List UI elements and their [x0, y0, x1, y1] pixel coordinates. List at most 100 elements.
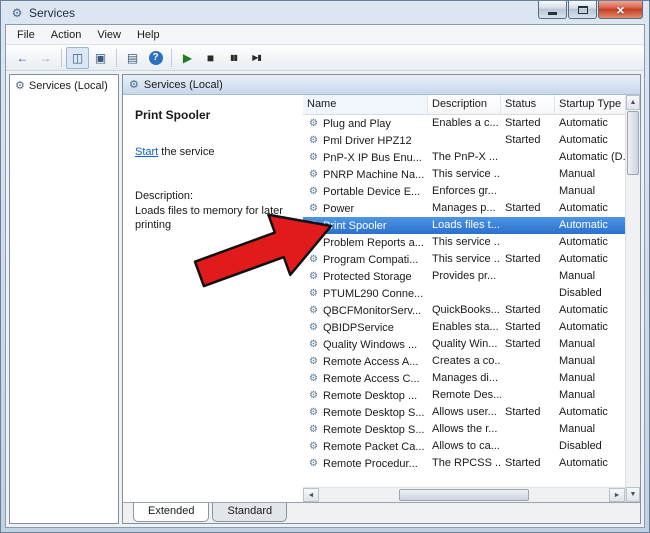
tree-item-services-local[interactable]: ⚙ Services (Local) [12, 78, 116, 93]
help-button[interactable]: ? [144, 47, 167, 69]
vertical-scroll-track[interactable] [626, 176, 640, 487]
service-row[interactable]: ⚙Remote Desktop S...Allows user...Starte… [303, 404, 625, 421]
export-list-button[interactable]: ▤ [121, 47, 144, 69]
service-row[interactable]: ⚙Remote Access A...Creates a co...Manual [303, 353, 625, 370]
selected-service-name: Print Spooler [135, 108, 293, 122]
service-startup-type: Automatic [555, 200, 625, 217]
service-status: Started [501, 319, 555, 336]
service-gear-icon: ⚙ [307, 356, 320, 367]
service-name-cell: ⚙Protected Storage [303, 268, 428, 285]
service-name-cell: ⚙Problem Reports a... [303, 234, 428, 251]
service-action-rest: the service [158, 146, 214, 158]
service-startup-type: Disabled [555, 285, 625, 302]
menu-item-action[interactable]: Action [43, 27, 90, 43]
restart-service-button[interactable]: ▶▮ [245, 47, 268, 69]
restart-service-icon: ▶▮ [252, 54, 261, 62]
service-status: Started [501, 336, 555, 353]
service-description: Enables sta... [428, 319, 501, 336]
service-row[interactable]: ⚙Remote Access C...Manages di...Manual [303, 370, 625, 387]
maximize-icon [578, 6, 588, 14]
pause-service-icon: ▮▮ [230, 54, 237, 62]
scroll-left-button[interactable]: ◄ [303, 488, 319, 502]
service-gear-icon: ⚙ [307, 152, 320, 163]
service-row[interactable]: ⚙Remote Packet Ca...Allows to ca...Disab… [303, 438, 625, 455]
service-name: Power [323, 203, 354, 215]
pane-header-title: Services (Local) [144, 79, 223, 91]
service-row[interactable]: ⚙Program Compati...This service ...Start… [303, 251, 625, 268]
properties-icon: ▣ [95, 52, 106, 64]
service-startup-type: Manual [555, 353, 625, 370]
forward-button[interactable]: → [34, 47, 57, 69]
service-name: Problem Reports a... [323, 237, 424, 249]
service-row[interactable]: ⚙PNRP Machine Na...This service ...Manua… [303, 166, 625, 183]
service-gear-icon: ⚙ [307, 203, 320, 214]
horizontal-scroll-thumb[interactable] [399, 489, 529, 501]
service-row[interactable]: ⚙Print SpoolerLoads files t...Automatic [303, 217, 625, 234]
service-name-cell: ⚙Remote Packet Ca... [303, 438, 428, 455]
column-header-name[interactable]: Name [303, 95, 428, 114]
service-status [501, 353, 555, 370]
service-row[interactable]: ⚙Remote Procedur...The RPCSS ...StartedA… [303, 455, 625, 472]
service-status [501, 370, 555, 387]
menu-item-help[interactable]: Help [129, 27, 168, 43]
service-row[interactable]: ⚙Problem Reports a...This service ...Aut… [303, 234, 625, 251]
service-description: This service ... [428, 251, 501, 268]
scroll-up-button[interactable]: ▲ [626, 95, 640, 110]
service-row[interactable]: ⚙Quality Windows ...Quality Win...Starte… [303, 336, 625, 353]
window-title: Services [29, 6, 75, 20]
scroll-right-button[interactable]: ► [609, 488, 625, 502]
close-button[interactable]: × [598, 1, 643, 19]
properties-button[interactable]: ▣ [89, 47, 112, 69]
column-header-status[interactable]: Status [501, 95, 555, 114]
service-status: Started [501, 251, 555, 268]
service-name-cell: ⚙Quality Windows ... [303, 336, 428, 353]
menu-item-file[interactable]: File [9, 27, 43, 43]
tab-standard[interactable]: Standard [212, 503, 287, 522]
service-row[interactable]: ⚙Plug and PlayEnables a c...StartedAutom… [303, 115, 625, 132]
vertical-scroll-thumb[interactable] [627, 111, 639, 175]
horizontal-scroll-track[interactable] [529, 488, 609, 502]
start-service-button[interactable]: ▶ [176, 47, 199, 69]
help-icon: ? [149, 51, 163, 65]
service-startup-type: Automatic [555, 132, 625, 149]
service-description: Remote Des... [428, 387, 501, 404]
service-name: Protected Storage [323, 271, 412, 283]
pause-service-button[interactable]: ▮▮ [222, 47, 245, 69]
tab-extended[interactable]: Extended [133, 503, 209, 522]
service-row[interactable]: ⚙PTUML290 Conne... Disabled [303, 285, 625, 302]
service-status [501, 268, 555, 285]
service-gear-icon: ⚙ [307, 186, 320, 197]
service-row[interactable]: ⚙Protected StorageProvides pr...Manual [303, 268, 625, 285]
service-startup-type: Automatic [555, 115, 625, 132]
service-gear-icon: ⚙ [307, 373, 320, 384]
service-row[interactable]: ⚙QBIDPServiceEnables sta...StartedAutoma… [303, 319, 625, 336]
start-service-link[interactable]: Start [135, 146, 158, 158]
forward-icon: → [40, 52, 52, 64]
service-row[interactable]: ⚙Portable Device E...Enforces gr...Manua… [303, 183, 625, 200]
menu-item-view[interactable]: View [89, 27, 129, 43]
back-button[interactable]: ← [11, 47, 34, 69]
service-name-cell: ⚙Remote Desktop ... [303, 387, 428, 404]
service-startup-type: Automatic [555, 217, 625, 234]
service-row[interactable]: ⚙Pml Driver HPZ12StartedAutomatic [303, 132, 625, 149]
service-row[interactable]: ⚙Remote Desktop ...Remote Des...Manual [303, 387, 625, 404]
service-row[interactable]: ⚙PnP-X IP Bus Enu...The PnP-X ...Automat… [303, 149, 625, 166]
column-header-description[interactable]: Description [428, 95, 501, 114]
stop-service-button[interactable]: ■ [199, 47, 222, 69]
service-gear-icon: ⚙ [307, 305, 320, 316]
service-row[interactable]: ⚙PowerManages p...StartedAutomatic [303, 200, 625, 217]
column-header-startup-type[interactable]: Startup Type [555, 95, 625, 114]
tab-strip: ExtendedStandard [123, 502, 640, 523]
service-row[interactable]: ⚙Remote Desktop S...Allows the r...Manua… [303, 421, 625, 438]
service-description-text: Loads files to memory for later printing [135, 204, 285, 233]
service-row[interactable]: ⚙QBCFMonitorServ...QuickBooks...StartedA… [303, 302, 625, 319]
service-name-cell: ⚙PTUML290 Conne... [303, 285, 428, 302]
maximize-button[interactable] [568, 1, 597, 19]
scroll-down-button[interactable]: ▼ [626, 487, 640, 502]
service-description: Loads files t... [428, 217, 501, 234]
service-name-cell: ⚙Power [303, 200, 428, 217]
show-console-tree-button[interactable]: ◫ [66, 47, 89, 69]
minimize-button[interactable] [538, 1, 567, 19]
service-startup-type: Automatic [555, 251, 625, 268]
console-tree-pane: ⚙ Services (Local) [9, 74, 119, 524]
